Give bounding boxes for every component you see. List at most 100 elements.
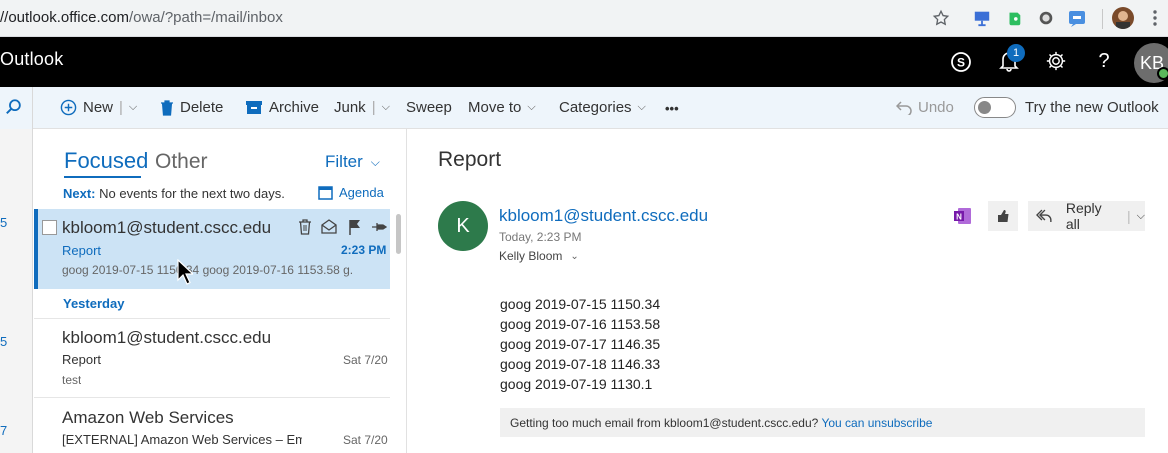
split-divider: | — [1127, 208, 1131, 224]
item-quick-actions — [298, 219, 387, 235]
new-button[interactable]: New | ⌵ — [60, 99, 137, 116]
item-time: Sat 7/20 — [343, 353, 388, 367]
unsubscribe-link[interactable]: You can unsubscribe — [821, 416, 932, 430]
categories-label: Categories — [559, 99, 632, 116]
gear-icon[interactable] — [1044, 49, 1068, 73]
item-preview: test — [62, 373, 82, 387]
chevron-down-icon[interactable]: ⌵ — [129, 101, 137, 114]
body-line: goog 2019-07-17 1146.35 — [500, 336, 661, 352]
undo-button[interactable]: Undo — [896, 99, 954, 116]
address-field[interactable]: //outlook.office.com/owa/?path=/mail/inb… — [0, 9, 283, 26]
recipient-name: Kelly Bloom — [499, 249, 563, 263]
unsubscribe-text: Getting too much email from kbloom1@stud… — [510, 416, 819, 430]
more-label: ••• — [665, 101, 679, 116]
move-to-button[interactable]: Move to ⌵ — [468, 99, 536, 116]
url-host: //outlook.office.com — [0, 9, 129, 26]
app-title[interactable]: Outlook — [0, 49, 63, 70]
item-sender: kbloom1@student.cscc.edu — [62, 328, 272, 347]
move-to-label: Move to — [468, 99, 522, 116]
item-time: 2:23 PM — [341, 243, 387, 257]
chevron-down-icon[interactable]: ⌵ — [382, 101, 390, 114]
sender-email-link[interactable]: kbloom1@student.cscc.edu — [499, 206, 708, 226]
filter-label: Filter — [325, 152, 363, 171]
presentation-extension-icon[interactable] — [972, 8, 992, 28]
next-events-text: No events for the next two days. — [99, 186, 285, 201]
mark-read-icon[interactable] — [321, 219, 339, 235]
calendar-icon — [318, 186, 333, 200]
chevron-down-icon: ⌵ — [370, 154, 380, 169]
list-scrollbar[interactable] — [396, 214, 401, 254]
reply-all-button[interactable]: Reply all | ⌵ — [1028, 200, 1145, 232]
body-line: goog 2019-07-19 1130.1 — [500, 376, 653, 392]
new-outlook-toggle[interactable] — [974, 97, 1016, 118]
skype-icon[interactable]: S — [949, 50, 973, 74]
search-icon[interactable] — [5, 98, 23, 121]
help-icon[interactable]: ? — [1092, 49, 1116, 73]
archive-icon — [246, 101, 262, 114]
select-checkbox[interactable] — [42, 220, 57, 235]
body-line: goog 2019-07-16 1153.58 — [500, 316, 661, 332]
unsubscribe-banner: Getting too much email from kbloom1@stud… — [500, 408, 1145, 437]
archive-button[interactable]: Archive — [245, 99, 319, 116]
tab-focused[interactable]: Focused — [64, 148, 148, 174]
undo-label: Undo — [918, 99, 954, 116]
item-preview: goog 2019-07-15 1150.34 goog 2019-07-16 … — [62, 263, 352, 277]
bookmark-star-icon[interactable] — [931, 8, 951, 28]
onenote-icon[interactable]: N — [953, 206, 973, 226]
trash-icon[interactable] — [298, 219, 312, 235]
message-subject: Report — [438, 148, 502, 171]
recipients[interactable]: Kelly Bloom ⌄ — [499, 249, 579, 263]
next-label: Next: — [63, 186, 96, 201]
translate-extension-icon[interactable] — [1067, 8, 1087, 28]
flag-icon[interactable] — [348, 219, 362, 235]
chevron-down-icon: ⌵ — [637, 101, 646, 113]
message-body: goog 2019-07-15 1150.34 goog 2019-07-16 … — [500, 294, 660, 394]
agenda-label: Agenda — [339, 185, 384, 200]
message-date: Today, 2:23 PM — [499, 230, 582, 244]
notification-count-badge: 1 — [1007, 44, 1025, 62]
browser-url-bar: //outlook.office.com/owa/?path=/mail/inb… — [0, 0, 1168, 37]
thumbs-up-icon — [998, 210, 1009, 222]
tab-other[interactable]: Other — [155, 150, 208, 174]
item-subject: Report — [62, 352, 102, 367]
rail-count[interactable]: 5 — [0, 215, 7, 230]
rail-count[interactable]: 7 — [0, 423, 7, 438]
categories-button[interactable]: Categories ⌵ — [559, 99, 646, 116]
url-path: /owa/?path=/mail/inbox — [128, 9, 283, 26]
profile-photo-icon[interactable] — [1112, 7, 1134, 29]
chevron-down-icon[interactable]: ⌵ — [1137, 210, 1145, 223]
active-tab-indicator — [64, 176, 141, 178]
left-rail: 5 5 7 — [0, 129, 33, 453]
archive-label: Archive — [269, 99, 320, 116]
browser-menu-icon[interactable] — [1145, 8, 1165, 28]
expand-recipients-icon[interactable]: ⌄ — [570, 251, 578, 262]
plus-circle-icon — [60, 99, 77, 116]
sender-avatar[interactable]: K — [438, 201, 488, 251]
circle-extension-icon[interactable] — [1036, 8, 1056, 28]
filter-button[interactable]: Filter ⌵ — [325, 152, 380, 172]
undo-icon — [896, 100, 912, 115]
agenda-button[interactable]: Agenda — [318, 185, 384, 200]
rail-count[interactable]: 5 — [0, 334, 7, 349]
chevron-down-icon: ⌵ — [527, 101, 536, 113]
more-actions-button[interactable]: ••• — [665, 101, 679, 116]
outlook-header: Outlook — [0, 37, 1168, 87]
svg-text:S: S — [957, 56, 965, 70]
item-subject: Report — [62, 243, 102, 258]
reading-pane — [408, 129, 1168, 453]
pin-icon[interactable] — [371, 219, 387, 235]
sweep-button[interactable]: Sweep — [406, 99, 452, 116]
evernote-extension-icon[interactable] — [1004, 8, 1024, 28]
try-new-outlook-label[interactable]: Try the new Outlook — [1025, 99, 1159, 116]
svg-text:N: N — [956, 213, 962, 222]
junk-button[interactable]: Junk | ⌵ — [334, 99, 390, 116]
rail-search-cell — [0, 87, 33, 129]
like-button[interactable] — [988, 201, 1018, 231]
split-divider: | — [371, 99, 376, 116]
split-divider: | — [119, 99, 123, 116]
body-line: goog 2019-07-18 1146.33 — [500, 356, 661, 372]
next-events-line: Next: No events for the next two days. — [63, 186, 285, 201]
new-label: New — [83, 99, 114, 116]
toggle-knob — [978, 101, 991, 114]
delete-button[interactable]: Delete — [160, 99, 223, 116]
